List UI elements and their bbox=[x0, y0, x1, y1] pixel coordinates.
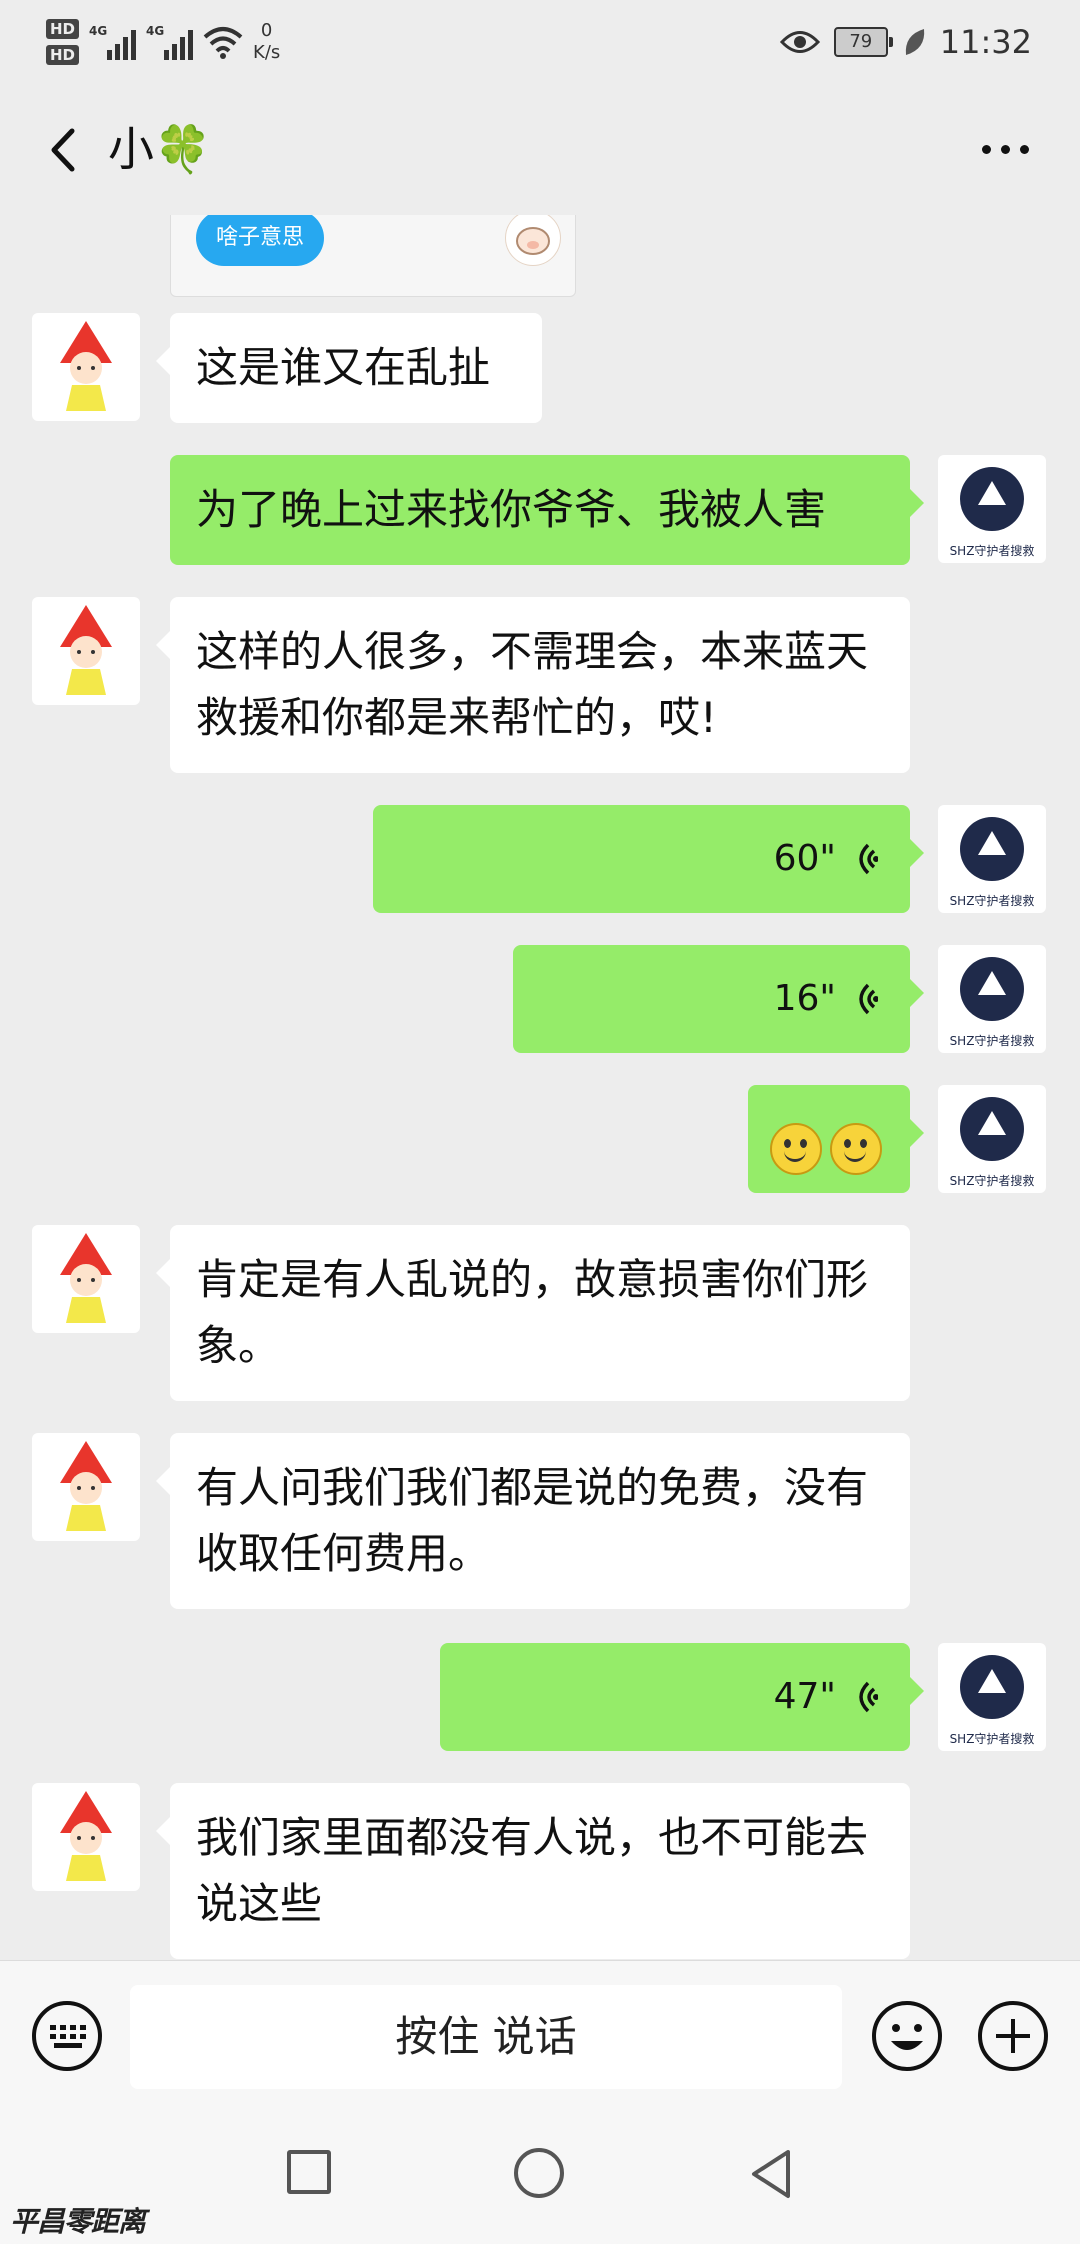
logo-caption: SHZ守护者搜救 bbox=[950, 543, 1035, 558]
contact-avatar[interactable] bbox=[32, 1433, 140, 1541]
chat-title: 小🍀 bbox=[108, 122, 212, 176]
contact-avatar[interactable] bbox=[32, 1225, 140, 1333]
outgoing-emoji-message[interactable] bbox=[748, 1085, 924, 1193]
keyboard-toggle-icon[interactable] bbox=[30, 1999, 104, 2073]
incoming-text-message[interactable]: 这是谁又在乱扯 bbox=[156, 313, 542, 423]
hd1-badge: HD bbox=[46, 19, 80, 39]
outgoing-voice-message[interactable]: 60" bbox=[373, 805, 924, 913]
signal-sim1-icon: 4G bbox=[89, 24, 137, 60]
rescue-team-logo-icon: SHZ守护者搜救 bbox=[950, 1097, 1035, 1188]
hold-to-talk-button[interactable]: 按住 说话 bbox=[130, 1985, 842, 2089]
smile-emoji-icon bbox=[770, 1122, 822, 1175]
eye-comfort-icon bbox=[779, 31, 820, 53]
voice-wave-icon bbox=[859, 983, 878, 1015]
rescue-team-logo-icon: SHZ守护者搜救 bbox=[950, 1655, 1035, 1746]
hd-indicators: HD HD bbox=[46, 19, 80, 65]
contact-avatar[interactable] bbox=[32, 597, 140, 705]
contact-avatar[interactable] bbox=[32, 313, 140, 421]
strawberry-girl-avatar-icon bbox=[60, 1441, 112, 1531]
contact-avatar[interactable] bbox=[32, 1783, 140, 1891]
voice-duration: 16" bbox=[773, 978, 836, 1019]
smile-emoji-icon bbox=[830, 1122, 882, 1175]
home-circle-icon[interactable] bbox=[514, 2148, 564, 2198]
signal-sim2-icon: 4G bbox=[146, 24, 194, 60]
my-avatar[interactable]: SHZ守护者搜救 bbox=[938, 1643, 1046, 1751]
recent-apps-square-icon[interactable] bbox=[287, 2150, 331, 2194]
strawberry-girl-avatar-icon bbox=[60, 605, 112, 695]
rescue-team-logo-icon: SHZ守护者搜救 bbox=[950, 467, 1035, 558]
clock: 11:32 bbox=[939, 23, 1032, 61]
system-nav-bar bbox=[0, 2120, 1080, 2244]
incoming-text-message[interactable]: 这样的人很多，不需理会，本来蓝天救援和你都是来帮忙的，哎! bbox=[156, 597, 910, 773]
more-options-button[interactable] bbox=[970, 121, 1040, 177]
back-arrow-icon[interactable] bbox=[30, 115, 100, 185]
network-speed-value: 0 bbox=[260, 20, 273, 41]
voice-duration: 60" bbox=[773, 838, 836, 879]
more-dot-icon bbox=[1000, 144, 1010, 154]
rescue-team-logo-icon: SHZ守护者搜救 bbox=[950, 817, 1035, 908]
logo-caption: SHZ守护者搜救 bbox=[950, 1173, 1035, 1188]
sim2-network-type: 4G bbox=[146, 24, 165, 38]
logo-caption: SHZ守护者搜救 bbox=[950, 1033, 1035, 1048]
strawberry-girl-avatar-icon bbox=[60, 1791, 112, 1881]
strawberry-girl-avatar-icon bbox=[60, 321, 112, 411]
leaf-icon bbox=[905, 29, 924, 55]
status-left: HD HD 4G 4G 0 K/s bbox=[46, 12, 280, 72]
my-avatar[interactable]: SHZ守护者搜救 bbox=[938, 805, 1046, 913]
my-avatar[interactable]: SHZ守护者搜救 bbox=[938, 1085, 1046, 1193]
watermark: 平昌零距离 bbox=[10, 2205, 146, 2238]
outgoing-voice-message[interactable]: 47" bbox=[440, 1643, 924, 1751]
hd2-badge: HD bbox=[46, 45, 80, 65]
incoming-text-message[interactable]: 肯定是有人乱说的，故意损害你们形象。 bbox=[156, 1225, 910, 1401]
network-speed: 0 K/s bbox=[253, 20, 280, 64]
quoted-bubble: 啥子意思 bbox=[196, 215, 325, 266]
back-triangle-icon[interactable] bbox=[744, 2146, 800, 2202]
emoji-picker-icon[interactable] bbox=[870, 1999, 944, 2073]
wifi-icon bbox=[203, 27, 243, 59]
rescue-team-logo-icon: SHZ守护者搜救 bbox=[950, 957, 1035, 1048]
logo-caption: SHZ守护者搜救 bbox=[950, 1731, 1035, 1746]
outgoing-voice-message[interactable]: 16" bbox=[513, 945, 924, 1053]
outgoing-text-message[interactable]: 为了晚上过来找你爷爷、我被人害 bbox=[170, 455, 924, 565]
sim1-network-type: 4G bbox=[89, 24, 108, 38]
chat-input-bar: 按住 说话 bbox=[0, 1960, 1080, 2121]
status-bar: HD HD 4G 4G 0 K/s 79 11:32 bbox=[0, 0, 1080, 85]
more-dot-icon bbox=[981, 144, 991, 154]
more-actions-plus-icon[interactable] bbox=[976, 1999, 1050, 2073]
my-avatar[interactable]: SHZ守护者搜救 bbox=[938, 455, 1046, 563]
voice-duration: 47" bbox=[773, 1676, 836, 1717]
voice-wave-icon bbox=[859, 843, 878, 875]
strawberry-girl-avatar-icon bbox=[60, 1233, 112, 1323]
message-list[interactable]: 啥子意思 这是谁又在乱扯 SHZ守护者搜救 为了晚上过来找你爷爷、我被人害 这样… bbox=[0, 215, 1080, 1960]
status-right: 79 11:32 bbox=[779, 12, 1032, 72]
more-dot-icon bbox=[1019, 144, 1029, 154]
battery-icon: 79 bbox=[833, 27, 893, 57]
incoming-text-message[interactable]: 我们家里面都没有人说，也不可能去说这些 bbox=[156, 1783, 910, 1959]
network-speed-unit: K/s bbox=[253, 42, 281, 63]
incoming-text-message[interactable]: 有人问我们我们都是说的免费，没有收取任何费用。 bbox=[156, 1433, 910, 1609]
chat-header: 小🍀 bbox=[0, 85, 1080, 215]
logo-caption: SHZ守护者搜救 bbox=[950, 893, 1035, 908]
my-avatar[interactable]: SHZ守护者搜救 bbox=[938, 945, 1046, 1053]
voice-wave-icon bbox=[859, 1681, 878, 1713]
